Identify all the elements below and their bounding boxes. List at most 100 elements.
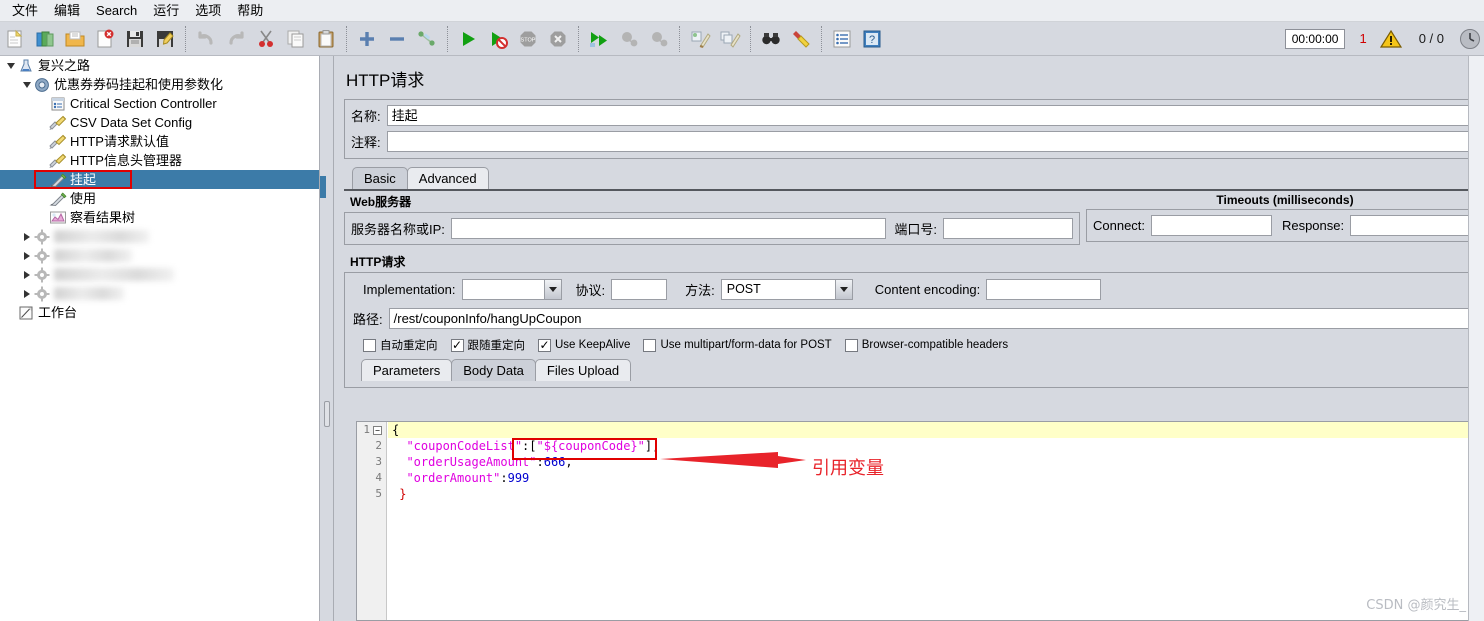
checkbox-box[interactable] — [643, 338, 657, 352]
twisty-closed-icon[interactable] — [20, 268, 33, 281]
twisty-closed-icon[interactable] — [20, 249, 33, 262]
close-icon[interactable] — [90, 24, 120, 54]
menu-file[interactable]: 文件 — [4, 1, 46, 21]
twisty-closed-icon[interactable] — [20, 287, 33, 300]
start-icon[interactable] — [453, 24, 483, 54]
twisty-closed-icon[interactable] — [20, 230, 33, 243]
code-line[interactable]: { — [388, 422, 1483, 438]
templates-icon[interactable] — [30, 24, 60, 54]
redo-icon[interactable] — [221, 24, 251, 54]
webserver-timeouts-section: Web服务器 服务器名称或IP: 端口号: Timeouts (millisec… — [344, 191, 1478, 245]
code-fold-toggle-icon[interactable]: − — [373, 425, 382, 435]
auto-redirect-checkbox[interactable]: 自动重定向 — [363, 337, 438, 353]
tree-node-使用[interactable]: 使用 — [0, 189, 319, 208]
collapse-icon[interactable] — [382, 24, 412, 54]
body-data-editor[interactable]: 1−2 3 4 5 { "couponCodeList":["${couponCode… — [356, 421, 1484, 621]
tree-node-察看结果树[interactable]: 察看结果树 — [0, 208, 319, 227]
editor-gutter: 1−2 3 4 5 — [357, 422, 387, 620]
editor-code-area[interactable]: { "couponCodeList":["${couponCode}"], "o… — [388, 422, 1483, 620]
search-icon[interactable] — [756, 24, 786, 54]
path-input[interactable]: /rest/couponInfo/hangUpCoupon — [388, 308, 1469, 329]
stop-icon[interactable]: STOP — [513, 24, 543, 54]
new-icon[interactable] — [0, 24, 30, 54]
tree-node-blurred-item-11[interactable] — [0, 265, 319, 284]
test-plan-tree[interactable]: 复兴之路 优惠券券码挂起和使用参数化 Critical Section Contro… — [0, 56, 320, 621]
code-line[interactable]: "orderAmount":999 — [388, 470, 1483, 486]
twisty-open-icon[interactable] — [4, 59, 17, 72]
name-input[interactable]: 挂起 — [386, 105, 1471, 126]
remote-shutdown-icon[interactable] — [644, 24, 674, 54]
save-icon[interactable] — [120, 24, 150, 54]
implementation-select[interactable] — [461, 279, 562, 300]
tree-node-优惠券券码挂起和使用参数化[interactable]: 优惠券券码挂起和使用参数化 — [0, 75, 319, 94]
tree-node-工作台[interactable]: 工作台 — [0, 303, 319, 322]
toolbar-separator — [447, 25, 448, 52]
copy-icon[interactable] — [281, 24, 311, 54]
tree-node-HTTP信息头管理器[interactable]: HTTP信息头管理器 — [0, 151, 319, 170]
server-input[interactable] — [450, 218, 887, 239]
expand-icon[interactable] — [352, 24, 382, 54]
protocol-input[interactable] — [611, 279, 668, 300]
clear-icon[interactable] — [685, 24, 715, 54]
tree-node-blurred-item-12[interactable] — [0, 284, 319, 303]
checkbox-box[interactable] — [844, 338, 858, 352]
help-icon[interactable]: ? — [857, 24, 887, 54]
menu-search[interactable]: Search — [88, 1, 145, 21]
tree-node-HTTP请求默认值[interactable]: HTTP请求默认值 — [0, 132, 319, 151]
paste-icon[interactable] — [311, 24, 341, 54]
tree-node-blurred-item-10[interactable] — [0, 246, 319, 265]
line-number: 5 — [375, 487, 382, 500]
toggle-icon[interactable] — [412, 24, 442, 54]
port-input[interactable] — [943, 218, 1073, 239]
tree-node-复兴之路[interactable]: 复兴之路 — [0, 56, 319, 75]
checkbox-box[interactable] — [450, 338, 464, 352]
shutdown-icon[interactable] — [543, 24, 573, 54]
checkbox-box[interactable] — [363, 338, 376, 352]
tree-node-CSV-Data-Set-Config[interactable]: CSV Data Set Config — [0, 113, 319, 132]
connect-input[interactable] — [1151, 215, 1272, 236]
content-encoding-input[interactable] — [986, 279, 1102, 300]
splitter-grip[interactable] — [324, 401, 330, 427]
start-no-pause-icon[interactable] — [483, 24, 513, 54]
tab-files-upload[interactable]: Files Upload — [534, 359, 632, 381]
cut-icon[interactable] — [251, 24, 281, 54]
browser-headers-checkbox[interactable]: Browser-compatible headers — [844, 338, 1008, 352]
search-reset-icon[interactable] — [786, 24, 816, 54]
method-select[interactable]: POST — [720, 279, 853, 300]
clear-all-icon[interactable] — [715, 24, 745, 54]
code-line[interactable]: } — [388, 486, 1483, 502]
chevron-down-icon[interactable] — [834, 280, 852, 299]
chevron-down-icon[interactable] — [543, 280, 561, 299]
warning-triangle-icon[interactable] — [1379, 28, 1403, 50]
multipart-checkbox[interactable]: Use multipart/form-data for POST — [643, 338, 832, 352]
function-helper-icon[interactable] — [827, 24, 857, 54]
tree-node-挂起[interactable]: 挂起 — [0, 170, 319, 189]
panel-vertical-scrollbar[interactable] — [1468, 56, 1484, 621]
tab-advanced[interactable]: Advanced — [406, 167, 489, 189]
code-line[interactable]: "couponCodeList":["${couponCode}"], — [388, 438, 1483, 454]
keepalive-checkbox[interactable]: Use KeepAlive — [538, 338, 630, 352]
remote-start-icon[interactable] — [584, 24, 614, 54]
save-as-icon[interactable] — [150, 24, 180, 54]
twisty-open-icon[interactable] — [20, 78, 33, 91]
tab-parameters[interactable]: Parameters — [361, 359, 453, 381]
undo-icon[interactable] — [191, 24, 221, 54]
menu-options[interactable]: 选项 — [187, 1, 229, 21]
menu-edit[interactable]: 编辑 — [46, 1, 88, 21]
follow-redirect-checkbox[interactable]: 跟随重定向 — [450, 337, 525, 353]
code-line[interactable]: "orderUsageAmount":666, — [388, 454, 1483, 470]
tree-node-Critical-Section-Controller[interactable]: Critical Section Controller — [0, 94, 319, 113]
tree-node-blurred-item-9[interactable] — [0, 227, 319, 246]
tab-basic[interactable]: Basic — [352, 167, 408, 189]
checkbox-box[interactable] — [538, 338, 551, 352]
sampler-icon — [49, 171, 67, 188]
menu-run[interactable]: 运行 — [145, 1, 187, 21]
code-token-p: , — [565, 455, 573, 469]
response-input[interactable] — [1350, 215, 1472, 236]
comment-input[interactable] — [386, 131, 1471, 152]
tab-body-data[interactable]: Body Data — [451, 359, 536, 381]
open-icon[interactable] — [60, 24, 90, 54]
panel-splitter[interactable] — [320, 56, 334, 621]
menu-help[interactable]: 帮助 — [229, 1, 271, 21]
remote-stop-icon[interactable] — [614, 24, 644, 54]
